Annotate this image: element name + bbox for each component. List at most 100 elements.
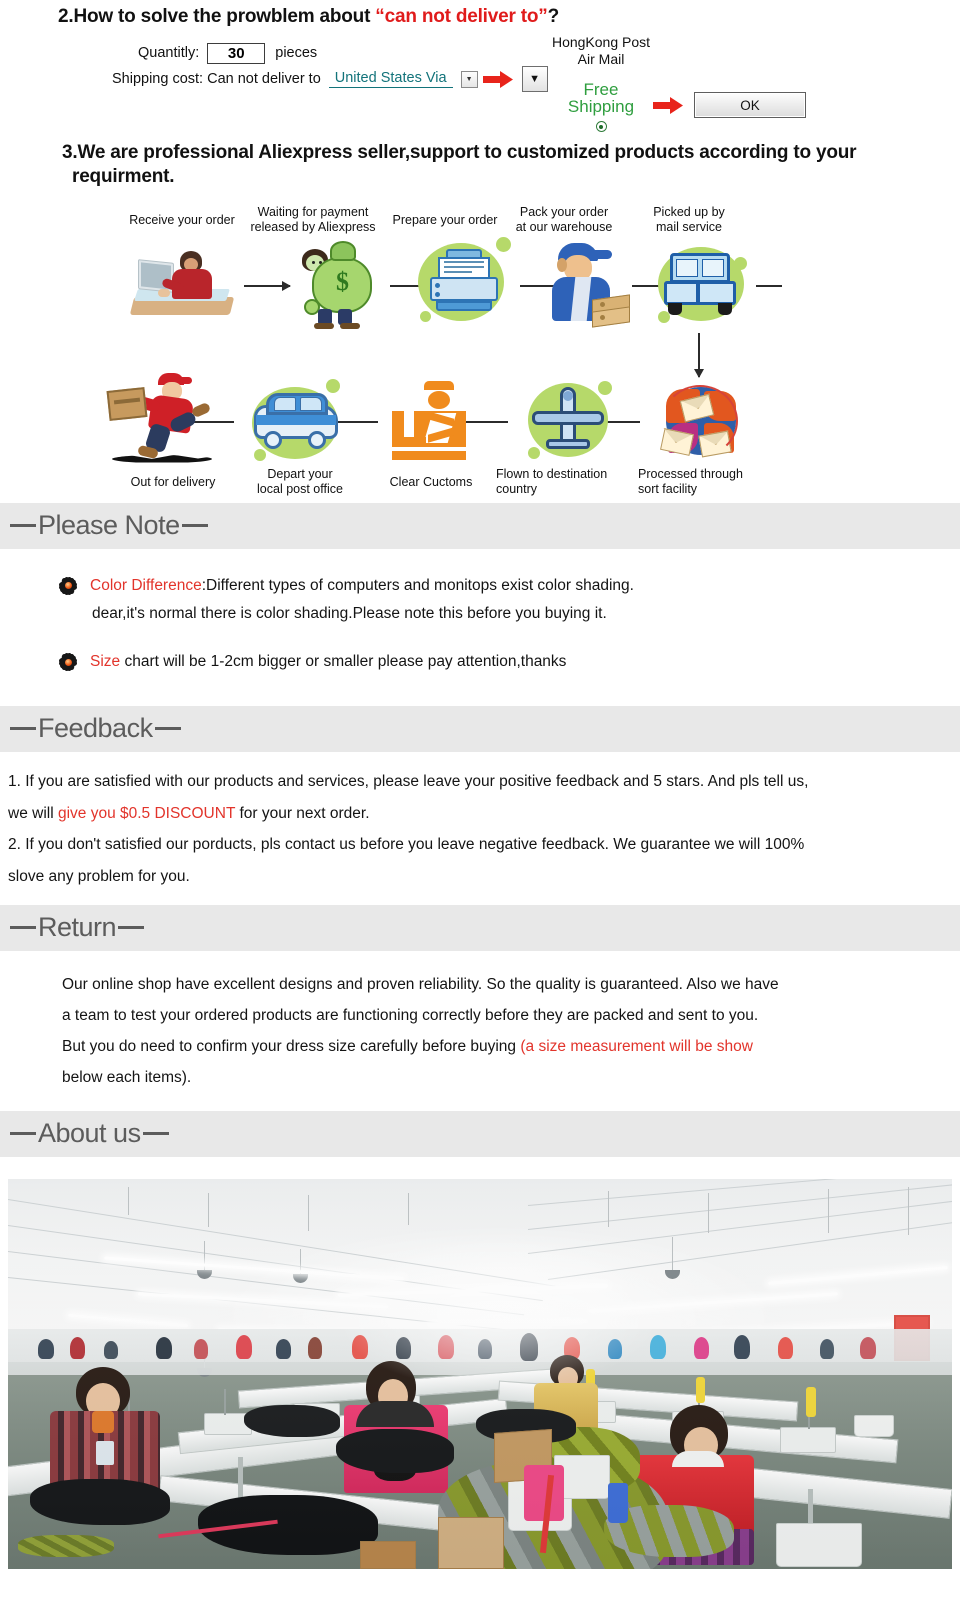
shipping-form-illustration: Quantitly: 30 pieces Shipping cost: Can … — [0, 34, 960, 139]
about-us-title: About us — [38, 1118, 141, 1149]
return-line-3-red: (a size measurement will be show — [520, 1037, 753, 1055]
chevron-down-icon-small[interactable]: ▼ — [460, 70, 478, 88]
section-2-heading-prefix: 2.How to solve the prowblem about — [58, 6, 376, 27]
ok-button[interactable]: OK — [694, 92, 806, 118]
free-shipping-label: Free Shipping — [548, 81, 654, 115]
flow-caption-bottom-3: Clear Cuctoms — [389, 474, 473, 489]
note-item-2-text: Size chart will be 1-2cm bigger or small… — [90, 651, 566, 673]
flow-connector-stub — [756, 284, 782, 287]
note-item-1-red: Color Difference — [90, 576, 202, 594]
feedback-line-4: slove any problem for you. — [8, 868, 190, 886]
section-3-heading: 3.We are professional Aliexpress seller,… — [0, 139, 860, 189]
section-header-feedback: Feedback — [0, 705, 960, 752]
section-header-about-us: About us — [0, 1110, 960, 1157]
dash-right-icon-2 — [154, 727, 181, 731]
section-header-return: Return — [0, 904, 960, 951]
return-title: Return — [38, 912, 117, 943]
free-shipping-radio[interactable] — [595, 121, 607, 133]
shipping-form-column: Quantitly: 30 pieces Shipping cost: Can … — [112, 40, 548, 92]
shipping-method-panel: HongKong Post Air Mail Free Shipping — [548, 34, 654, 133]
section-2-heading-suffix: ? — [547, 6, 560, 27]
free-shipping-line-2: Shipping — [567, 97, 635, 117]
red-arrow-icon-2 — [653, 96, 683, 114]
return-line-3: But you do need to confirm your dress si… — [62, 1031, 960, 1062]
photo-worker-left — [46, 1366, 176, 1497]
flow-caption-top-1: Receive your order — [129, 212, 235, 227]
feedback-line-2: we will give you $0.5 DISCOUNT for your … — [8, 798, 954, 830]
quantity-row: Quantitly: 30 pieces — [112, 40, 548, 66]
flow-icon-receive-order — [128, 245, 238, 323]
feedback-line-2b: for your next order. — [235, 804, 370, 822]
return-body: Our online shop have excellent designs a… — [0, 951, 960, 1111]
ok-row: OK — [648, 92, 806, 118]
quantity-input[interactable]: 30 — [207, 42, 266, 64]
please-note-title-wrap: Please Note — [8, 510, 210, 541]
post-name: HongKong Post Air Mail — [548, 34, 654, 67]
destination-value[interactable]: United States Via — [328, 70, 453, 88]
feedback-line-1: 1. If you are satisfied with our product… — [8, 772, 809, 790]
section-2-heading: 2.How to solve the prowblem about “can n… — [0, 0, 960, 28]
flow-icon-clear-customs — [388, 380, 474, 463]
dash-left-icon-2 — [10, 727, 36, 731]
flow-icon-local-post-office — [244, 375, 348, 465]
feedback-title: Feedback — [38, 713, 153, 744]
flower-bullet-icon — [57, 575, 79, 596]
note-item-1-text: Color Difference:Different types of comp… — [90, 575, 634, 597]
flow-caption-bottom-4: Flown to destination country — [496, 466, 608, 496]
flow-icon-sort-facility — [652, 379, 748, 465]
flow-caption-bottom-2: Depart your local post office — [257, 466, 343, 496]
flower-bullet-icon-2 — [57, 652, 79, 673]
flow-caption-top-5: Picked up by mail service — [653, 204, 725, 234]
note-item-2-rest: chart will be 1-2cm bigger or smaller pl… — [120, 653, 567, 671]
flow-caption-top-4: Pack your order at our warehouse — [515, 204, 613, 234]
dash-left-icon-3 — [10, 926, 36, 930]
product-description-page: 2.How to solve the prowblem about “can n… — [0, 0, 960, 1569]
feedback-body: 1. If you are satisfied with our product… — [0, 752, 960, 905]
dash-right-icon — [181, 524, 208, 527]
feedback-line-2a: we will — [8, 804, 58, 822]
photo-floor-items — [18, 1534, 114, 1557]
feedback-discount: give you $0.5 DISCOUNT — [57, 804, 236, 822]
about-us-photo-wrap — [0, 1178, 960, 1569]
flow-icon-out-for-delivery — [106, 371, 218, 467]
flow-arrow-1 — [244, 280, 291, 291]
about-us-title-wrap: About us — [8, 1118, 171, 1149]
note-item-color-difference: Color Difference:Different types of comp… — [57, 575, 960, 597]
post-name-line-2: Air Mail — [577, 50, 625, 67]
flow-icon-waiting-payment: $ — [288, 239, 384, 329]
flow-icon-prepare-order — [410, 235, 518, 327]
shipping-cost-label: Shipping cost: Can not deliver to — [112, 71, 321, 87]
flow-caption-top-3: Prepare your order — [392, 212, 498, 227]
photo-carton-2 — [438, 1516, 504, 1569]
post-name-line-1: HongKong Post — [551, 34, 651, 50]
dash-right-icon-4 — [142, 1132, 169, 1136]
return-line-2: a team to test your ordered products are… — [62, 1006, 759, 1024]
pieces-label: pieces — [275, 45, 318, 61]
return-line-1: Our online shop have excellent designs a… — [62, 975, 779, 993]
flow-caption-bottom-1: Out for delivery — [130, 474, 216, 489]
return-line-4: below each items). — [62, 1068, 192, 1086]
flow-icon-flown-destination — [520, 373, 616, 465]
please-note-title: Please Note — [38, 510, 180, 540]
dash-left-icon-4 — [10, 1132, 36, 1136]
section-2-heading-quoted: “can not deliver to” — [375, 6, 548, 27]
dash-right-icon-3 — [118, 926, 145, 930]
shipping-cost-row: Shipping cost: Can not deliver to United… — [112, 66, 548, 92]
photo-garment-pile-black-2 — [198, 1494, 378, 1555]
note-item-size: Size chart will be 1-2cm bigger or small… — [57, 651, 960, 673]
flow-arrow-down — [694, 332, 704, 378]
photo-water-bottle — [608, 1482, 628, 1523]
factory-photo — [8, 1178, 952, 1569]
return-title-wrap: Return — [8, 912, 146, 943]
shipping-method-select[interactable]: ▼ — [521, 66, 548, 92]
note-item-1-rest: :Different types of computers and monito… — [201, 576, 634, 594]
order-fulfillment-flow-diagram: Receive your order Waiting for payment r… — [0, 203, 960, 503]
photo-bin-3 — [776, 1522, 862, 1567]
flow-icon-pack-order — [540, 241, 636, 328]
dash-left-icon — [10, 524, 36, 527]
flow-caption-bottom-5: Processed through sort facility — [638, 466, 743, 496]
flow-caption-top-2: Waiting for payment released by Aliexpre… — [250, 204, 376, 234]
note-item-1-line-2: dear,it's normal there is color shading.… — [92, 604, 607, 622]
quantity-label: Quantitly: — [138, 45, 200, 61]
free-shipping-line-1: Free — [583, 80, 619, 100]
